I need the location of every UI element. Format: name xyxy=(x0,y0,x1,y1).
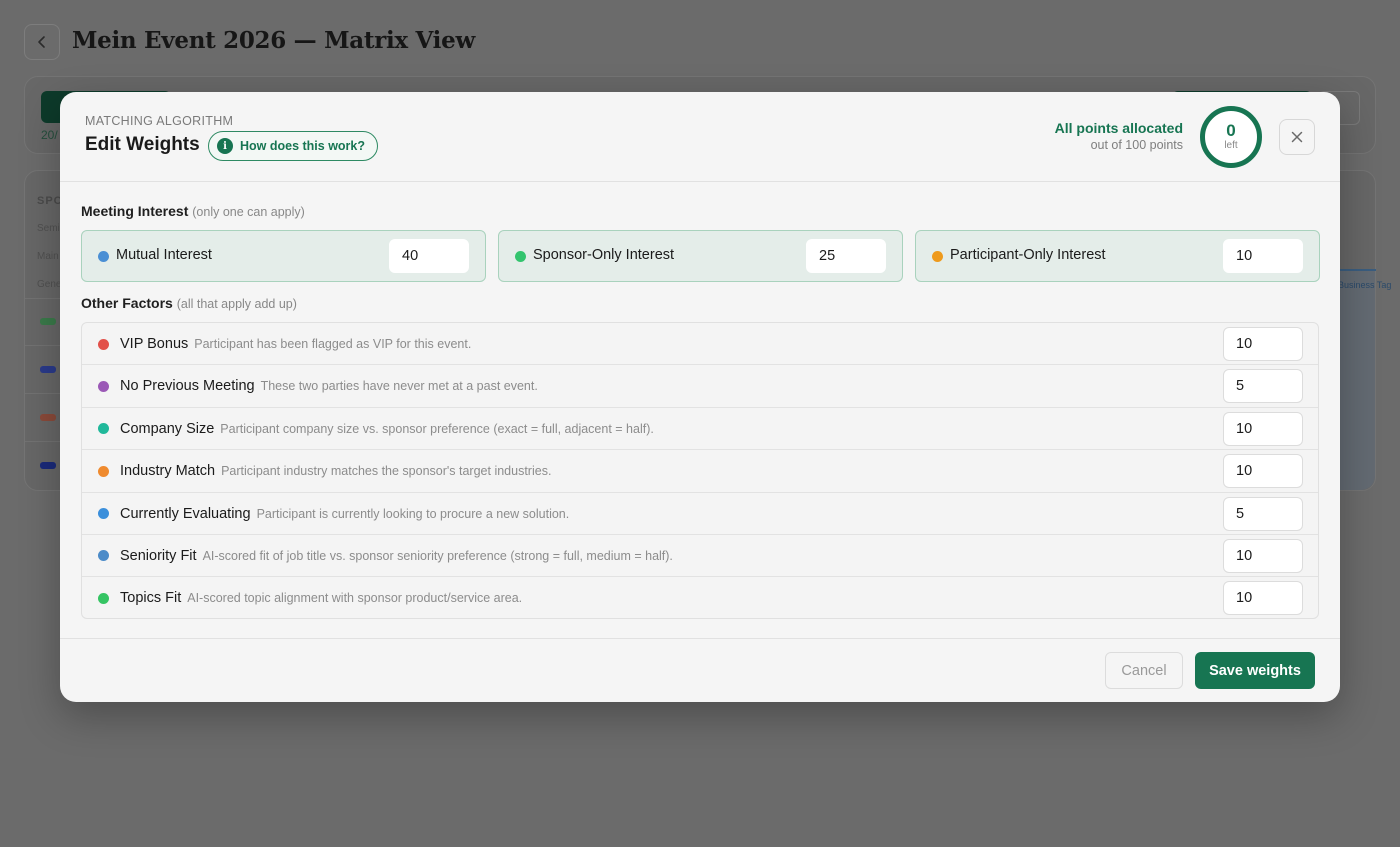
factor-row-seniority-fit: Seniority Fit AI-scored fit of job title … xyxy=(82,535,1318,578)
sponsor-logo xyxy=(40,462,56,469)
close-button[interactable] xyxy=(1279,119,1315,155)
color-dot xyxy=(932,251,943,262)
page-title: Mein Event 2026 — Matrix View xyxy=(72,27,475,54)
points-left-value: 0 xyxy=(1226,121,1236,140)
topics-fit-weight-input[interactable]: 10 xyxy=(1223,581,1303,616)
other-factors-list: VIP Bonus Participant has been flagged as… xyxy=(81,322,1319,619)
factor-row-topics-fit: Topics Fit AI-scored topic alignment with… xyxy=(82,577,1318,619)
chevron-left-icon xyxy=(38,36,45,48)
factor-description: AI-scored topic alignment with sponsor p… xyxy=(187,591,523,606)
meeting-interest-option-sponsor-only[interactable]: Sponsor-Only Interest 25 xyxy=(498,230,903,282)
color-dot xyxy=(98,465,109,477)
factor-description: Participant industry matches the sponsor… xyxy=(221,464,552,479)
modal-eyebrow: MATCHING ALGORITHM xyxy=(85,114,234,128)
close-icon xyxy=(1291,131,1303,143)
factor-description: Participant company size vs. sponsor pre… xyxy=(220,421,654,436)
column-tag: Business Tag xyxy=(1338,280,1392,290)
row-divider xyxy=(25,298,63,299)
save-weights-button[interactable]: Save weights xyxy=(1195,652,1315,689)
modal-header: MATCHING ALGORITHM Edit Weights i How do… xyxy=(60,92,1340,182)
sponsor-label: Main xyxy=(37,251,59,262)
color-dot xyxy=(98,423,109,435)
factor-description: These two parties have never met at a pa… xyxy=(260,379,538,394)
factor-label: Industry Match xyxy=(120,463,216,480)
color-dot xyxy=(98,592,109,604)
other-factors-title: Other Factors xyxy=(81,295,173,311)
company-size-weight-input[interactable]: 10 xyxy=(1223,411,1303,446)
how-does-this-work-button[interactable]: i How does this work? xyxy=(208,131,379,161)
factor-label: No Previous Meeting xyxy=(120,378,255,395)
row-divider xyxy=(25,441,63,442)
column-highlight-area xyxy=(1340,271,1375,490)
info-icon: i xyxy=(217,138,233,154)
sponsor-logo xyxy=(40,318,56,325)
seniority-fit-weight-input[interactable]: 10 xyxy=(1223,538,1303,573)
points-left-label: left xyxy=(1224,140,1238,151)
no-previous-meeting-weight-input[interactable]: 5 xyxy=(1223,369,1303,404)
summary-fraction: 20/ xyxy=(41,128,58,142)
factor-description: Participant has been flagged as VIP for … xyxy=(194,337,472,351)
participant-only-interest-weight-input[interactable]: 10 xyxy=(1223,239,1303,273)
option-label: Sponsor-Only Interest xyxy=(533,247,675,263)
industry-match-weight-input[interactable]: 10 xyxy=(1223,454,1303,489)
factor-label: Company Size xyxy=(120,420,215,437)
color-dot xyxy=(98,380,109,392)
cancel-button[interactable]: Cancel xyxy=(1105,652,1183,689)
points-left-ring: 0 left xyxy=(1200,106,1262,168)
factor-label: Seniority Fit xyxy=(120,547,197,564)
color-dot xyxy=(98,550,109,562)
factor-label: VIP Bonus xyxy=(120,336,189,352)
option-label: Mutual Interest xyxy=(116,247,212,263)
help-label: How does this work? xyxy=(240,139,366,153)
meeting-interest-note: (only one can apply) xyxy=(192,205,305,219)
factor-description: AI-scored fit of job title vs. sponsor s… xyxy=(202,548,673,563)
factor-row-industry-match: Industry Match Participant industry match… xyxy=(82,450,1318,493)
mutual-interest-weight-input[interactable]: 40 xyxy=(389,239,469,273)
back-button[interactable] xyxy=(24,24,60,60)
other-factors-heading: Other Factors (all that apply add up) xyxy=(81,295,297,311)
edit-weights-modal: MATCHING ALGORITHM Edit Weights i How do… xyxy=(60,92,1340,702)
vip-bonus-weight-input[interactable]: 10 xyxy=(1223,327,1303,361)
color-dot xyxy=(98,338,109,350)
color-dot xyxy=(98,508,109,520)
factor-row-vip-bonus: VIP Bonus Participant has been flagged as… xyxy=(82,323,1318,366)
factor-label: Currently Evaluating xyxy=(120,505,251,522)
color-dot xyxy=(98,251,109,262)
modal-title: Edit Weights xyxy=(85,134,200,155)
meeting-interest-option-participant-only[interactable]: Participant-Only Interest 10 xyxy=(915,230,1320,282)
meeting-interest-option-mutual[interactable]: Mutual Interest 40 xyxy=(81,230,486,282)
allocation-subtitle: out of 100 points xyxy=(1090,138,1183,152)
sponsor-logo xyxy=(40,366,56,373)
currently-evaluating-weight-input[interactable]: 5 xyxy=(1223,496,1303,531)
other-factors-note: (all that apply add up) xyxy=(176,297,297,311)
sponsor-label: Gene xyxy=(37,279,62,290)
row-divider xyxy=(25,345,63,346)
color-dot xyxy=(515,251,526,262)
factor-row-no-previous-meeting: No Previous Meeting These two parties hav… xyxy=(82,365,1318,408)
factor-label: Topics Fit xyxy=(120,590,182,607)
option-label: Participant-Only Interest xyxy=(950,247,1106,263)
row-divider xyxy=(25,393,63,394)
factor-description: Participant is currently looking to proc… xyxy=(256,506,570,521)
allocation-status: All points allocated xyxy=(1054,120,1183,136)
footer-divider xyxy=(60,638,1340,639)
sponsor-only-interest-weight-input[interactable]: 25 xyxy=(806,239,886,273)
sponsor-label: Semi xyxy=(37,223,60,234)
factor-row-company-size: Company Size Participant company size vs.… xyxy=(82,408,1318,451)
factor-row-currently-evaluating: Currently Evaluating Participant is curre… xyxy=(82,493,1318,535)
sponsor-logo xyxy=(40,414,56,421)
meeting-interest-title: Meeting Interest xyxy=(81,203,189,219)
meeting-interest-heading: Meeting Interest (only one can apply) xyxy=(81,203,305,219)
